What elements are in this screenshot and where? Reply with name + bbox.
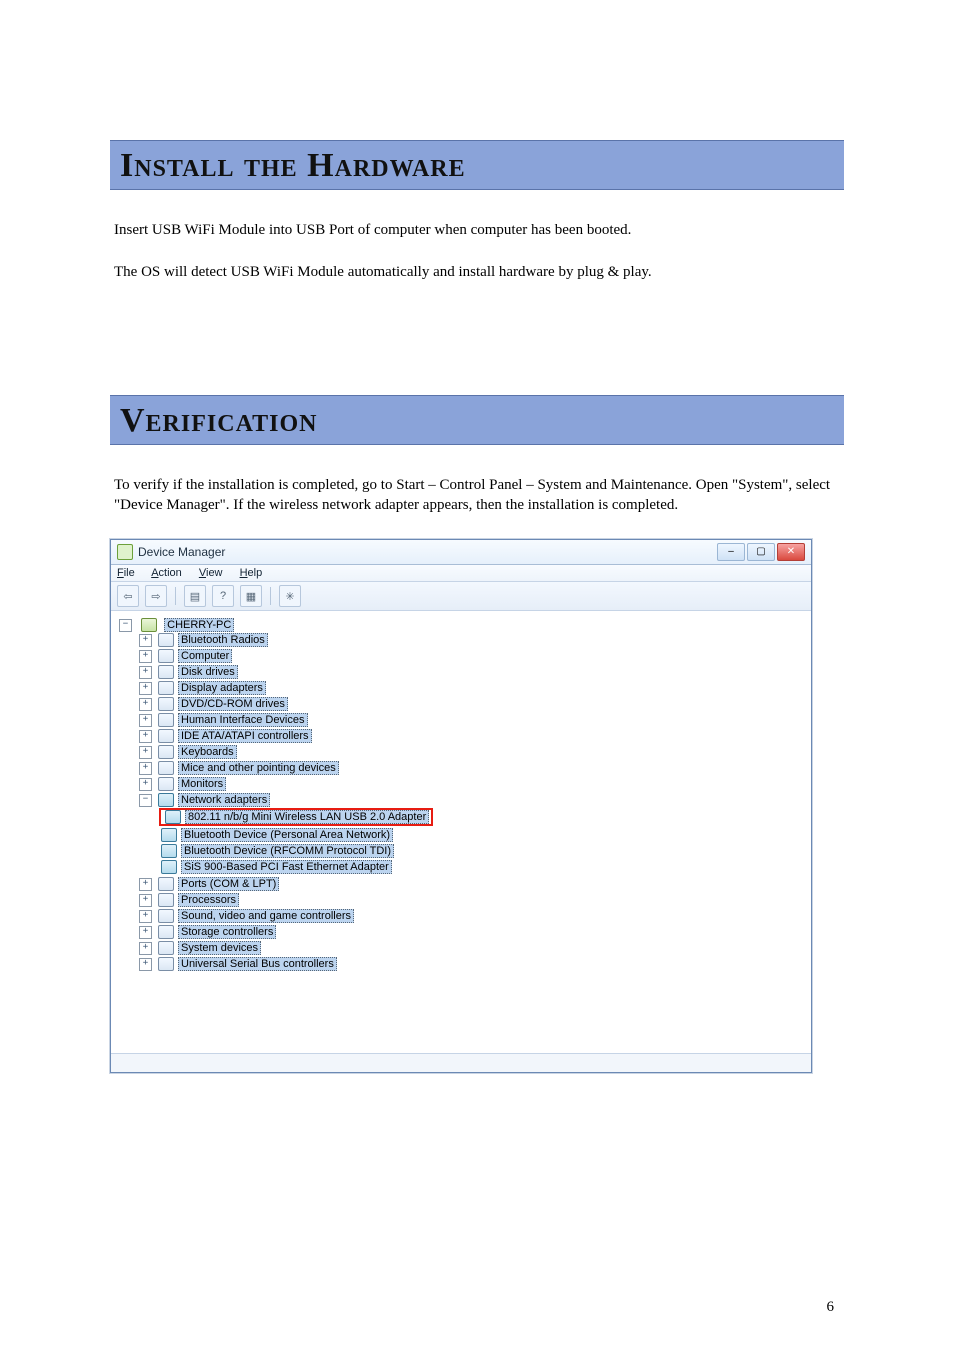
tree-item[interactable]: +Ports (COM & LPT) — [139, 876, 807, 892]
window-title: Device Manager — [138, 545, 717, 559]
tree-item-network[interactable]: −Network adapters 802.11 n/b/g Mini Wire… — [139, 792, 807, 876]
verification-paragraph: To verify if the installation is complet… — [114, 475, 840, 516]
install-paragraph-1: Insert USB WiFi Module into USB Port of … — [114, 220, 840, 240]
adapter-icon — [161, 860, 177, 874]
heading-install: Install the Hardware — [110, 140, 844, 190]
close-button[interactable]: ✕ — [777, 543, 805, 561]
processor-icon — [158, 893, 174, 907]
toolbar-back-button[interactable]: ⇦ — [117, 585, 139, 607]
expand-icon[interactable]: + — [139, 730, 152, 743]
toolbar: ⇦ ⇨ ▤ ? ▦ ✳ — [111, 582, 811, 611]
expand-icon[interactable]: + — [139, 714, 152, 727]
window-titlebar[interactable]: Device Manager – ▢ ✕ — [111, 540, 811, 565]
adapter-icon — [161, 844, 177, 858]
computer-icon — [158, 649, 174, 663]
expand-icon[interactable]: + — [139, 746, 152, 759]
expand-icon[interactable]: + — [139, 926, 152, 939]
tree-item[interactable]: +IDE ATA/ATAPI controllers — [139, 728, 807, 744]
toolbar-btn-4[interactable]: ✳ — [279, 585, 301, 607]
menu-bar: FFileile Action View Help — [111, 565, 811, 582]
expand-icon[interactable]: + — [139, 958, 152, 971]
toolbar-btn-3[interactable]: ▦ — [240, 585, 262, 607]
expand-icon[interactable]: + — [139, 698, 152, 711]
sound-icon — [158, 909, 174, 923]
expand-icon[interactable]: + — [139, 910, 152, 923]
expand-icon[interactable]: + — [139, 650, 152, 663]
tree-item[interactable]: +Disk drives — [139, 664, 807, 680]
dvd-icon — [158, 697, 174, 711]
tree-item[interactable]: +System devices — [139, 940, 807, 956]
keyboard-icon — [158, 745, 174, 759]
heading-verification: Verification — [110, 395, 844, 445]
tree-item[interactable]: +Sound, video and game controllers — [139, 908, 807, 924]
tree-item[interactable]: +Mice and other pointing devices — [139, 760, 807, 776]
menu-action[interactable]: Action — [151, 567, 182, 579]
tree-subitem-highlight[interactable]: 802.11 n/b/g Mini Wireless LAN USB 2.0 A… — [159, 807, 807, 827]
root-label: CHERRY-PC — [164, 618, 234, 632]
disk-icon — [158, 665, 174, 679]
expand-icon[interactable]: + — [139, 942, 152, 955]
display-icon — [158, 681, 174, 695]
tree-subitem[interactable]: Bluetooth Device (Personal Area Network) — [159, 827, 807, 843]
collapse-icon[interactable]: − — [139, 794, 152, 807]
menu-view[interactable]: View — [199, 567, 223, 579]
menu-help[interactable]: Help — [240, 567, 263, 579]
expand-icon[interactable]: + — [139, 682, 152, 695]
tree-item[interactable]: +DVD/CD-ROM drives — [139, 696, 807, 712]
maximize-button[interactable]: ▢ — [747, 543, 775, 561]
computer-icon — [141, 618, 157, 632]
device-tree[interactable]: − CHERRY-PC +Bluetooth Radios +Computer … — [111, 611, 811, 1053]
toolbar-btn-2[interactable]: ? — [212, 585, 234, 607]
toolbar-btn-1[interactable]: ▤ — [184, 585, 206, 607]
tree-subitem[interactable]: SiS 900-Based PCI Fast Ethernet Adapter — [159, 859, 807, 875]
bluetooth-icon — [158, 633, 174, 647]
expand-icon[interactable]: + — [139, 634, 152, 647]
adapter-icon — [161, 828, 177, 842]
ports-icon — [158, 877, 174, 891]
tree-item[interactable]: +Monitors — [139, 776, 807, 792]
tree-item[interactable]: +Universal Serial Bus controllers — [139, 956, 807, 972]
adapter-icon — [165, 810, 181, 824]
tree-subitem[interactable]: Bluetooth Device (RFCOMM Protocol TDI) — [159, 843, 807, 859]
expand-icon[interactable]: + — [139, 894, 152, 907]
heading-install-text: Install the Hardware — [120, 147, 834, 185]
tree-item[interactable]: +Keyboards — [139, 744, 807, 760]
hid-icon — [158, 713, 174, 727]
window-icon — [117, 544, 133, 560]
expand-icon[interactable]: + — [139, 762, 152, 775]
tree-item[interactable]: +Bluetooth Radios — [139, 632, 807, 648]
tree-root[interactable]: − CHERRY-PC +Bluetooth Radios +Computer … — [119, 617, 807, 973]
device-manager-window: Device Manager – ▢ ✕ FFileile Action Vie… — [110, 539, 812, 1073]
tree-item[interactable]: +Storage controllers — [139, 924, 807, 940]
menu-file[interactable]: FFileile — [117, 567, 135, 579]
tree-item[interactable]: +Computer — [139, 648, 807, 664]
tree-item[interactable]: +Human Interface Devices — [139, 712, 807, 728]
system-icon — [158, 941, 174, 955]
expand-icon[interactable]: + — [139, 878, 152, 891]
expand-icon[interactable]: + — [139, 778, 152, 791]
mouse-icon — [158, 761, 174, 775]
expand-icon[interactable]: + — [139, 666, 152, 679]
tree-item[interactable]: +Processors — [139, 892, 807, 908]
tree-item[interactable]: +Display adapters — [139, 680, 807, 696]
highlight-box: 802.11 n/b/g Mini Wireless LAN USB 2.0 A… — [159, 808, 433, 826]
install-paragraph-2: The OS will detect USB WiFi Module autom… — [114, 262, 840, 282]
toolbar-forward-button[interactable]: ⇨ — [145, 585, 167, 607]
ide-icon — [158, 729, 174, 743]
collapse-icon[interactable]: − — [119, 619, 132, 632]
monitor-icon — [158, 777, 174, 791]
heading-verification-text: Verification — [120, 402, 834, 440]
page-number: 6 — [827, 1299, 835, 1316]
status-bar — [111, 1053, 811, 1072]
network-icon — [158, 793, 174, 807]
usb-icon — [158, 957, 174, 971]
minimize-button[interactable]: – — [717, 543, 745, 561]
storage-icon — [158, 925, 174, 939]
